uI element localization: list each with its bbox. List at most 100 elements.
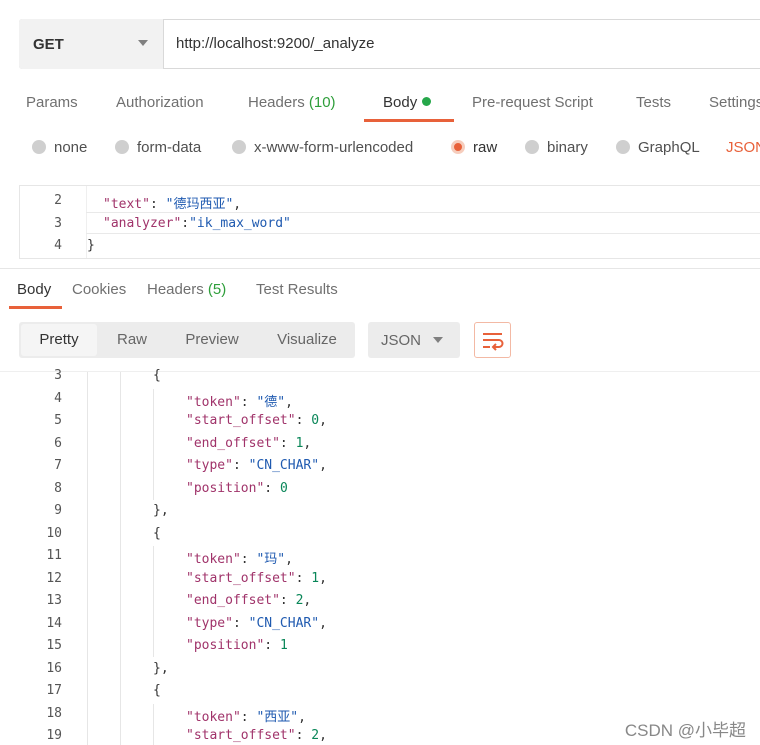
format-label: JSON: [381, 332, 422, 349]
code-line: {: [153, 525, 161, 541]
tab-label: Params: [26, 94, 78, 111]
indent-guide: [153, 389, 154, 500]
view-raw-button[interactable]: Raw: [104, 322, 160, 358]
indent-guide: [87, 372, 88, 745]
radio-label: GraphQL: [638, 139, 700, 156]
active-tab-indicator: [364, 119, 454, 122]
code-line: "token": "德",: [186, 391, 293, 410]
json-key: "start_offset": [186, 728, 296, 743]
radio-label: x-www-form-urlencoded: [254, 139, 414, 156]
tab-headers[interactable]: Headers (10): [248, 94, 336, 111]
json-key: "start_offset": [186, 570, 296, 586]
headers-count: (5): [207, 281, 227, 298]
radio-none[interactable]: none: [32, 139, 87, 157]
tab-label: Test Results: [256, 281, 338, 298]
radio-label: binary: [547, 139, 588, 156]
tab-tests[interactable]: Tests: [636, 94, 671, 111]
response-tab-body[interactable]: Body: [17, 281, 51, 298]
section-divider: [0, 268, 760, 269]
tab-params[interactable]: Params: [26, 94, 78, 111]
tab-pre-request-script[interactable]: Pre-request Script: [472, 94, 593, 111]
response-tab-cookies[interactable]: Cookies: [72, 281, 126, 298]
line-number: 4: [54, 390, 62, 406]
code-line: "analyzer":"ik_max_word": [103, 216, 291, 231]
json-string: "ik_max_word": [189, 216, 291, 231]
view-pretty-button[interactable]: Pretty: [21, 324, 97, 356]
headers-count: (10): [308, 94, 336, 111]
raw-language-select[interactable]: JSON: [726, 139, 760, 156]
status-dot-icon: [422, 97, 432, 106]
line-number: 3: [54, 216, 62, 231]
wrap-lines-icon: [483, 333, 504, 351]
line-number: 6: [54, 435, 62, 451]
line-number: 15: [46, 638, 62, 653]
line-number: 12: [46, 570, 62, 586]
json-sep: :: [181, 216, 190, 231]
url-input[interactable]: http://localhost:9200/_analyze: [176, 35, 374, 52]
code-line: "start_offset": 1,: [186, 571, 327, 586]
tab-settings[interactable]: Settings: [709, 94, 760, 111]
wrap-lines-button[interactable]: [474, 322, 511, 358]
indent-guide: [153, 704, 154, 745]
line-number: 5: [54, 413, 62, 428]
code-line: "end_offset": 1,: [186, 436, 311, 451]
tab-authorization[interactable]: Authorization: [116, 94, 204, 111]
json-sep: :: [240, 394, 257, 410]
json-key: "token": [186, 394, 241, 410]
tab-label: Cookies: [72, 281, 127, 298]
tab-body[interactable]: Body: [383, 94, 432, 111]
tab-label: Body: [17, 281, 52, 298]
json-key: "type": [186, 458, 233, 473]
radio-form-data[interactable]: form-data: [115, 139, 201, 157]
code-line: "text": "德玛西亚",: [103, 193, 241, 212]
json-string: "CN_CHAR": [248, 615, 320, 631]
response-editor-border: [0, 371, 760, 372]
code-line: }: [87, 238, 95, 253]
line-number: 16: [46, 660, 62, 676]
json-punct: ,: [233, 197, 242, 212]
code-line: {: [153, 368, 161, 383]
code-line: "type": "CN_CHAR",: [186, 616, 327, 631]
radio-label: raw: [473, 139, 498, 156]
radio-urlencoded[interactable]: x-www-form-urlencoded: [232, 139, 413, 157]
method-label: GET: [33, 36, 64, 53]
json-sep: :: [264, 480, 280, 496]
indent-guide: [153, 546, 154, 657]
json-number: 0: [311, 413, 320, 428]
json-punct: ,: [319, 615, 327, 631]
chevron-down-icon: [138, 40, 148, 46]
json-string: "西亚": [256, 709, 299, 725]
json-punct: ,: [319, 458, 327, 473]
radio-icon: [232, 140, 246, 154]
line-number: 10: [46, 525, 62, 541]
json-key: "end_offset": [186, 593, 280, 608]
radio-binary[interactable]: binary: [525, 139, 588, 157]
json-sep: :: [279, 593, 296, 608]
view-preview-button[interactable]: Preview: [172, 322, 252, 358]
code-line: "position": 1: [186, 638, 288, 653]
radio-icon: [32, 140, 46, 154]
view-visualize-button[interactable]: Visualize: [264, 322, 350, 358]
radio-raw[interactable]: raw: [451, 139, 497, 157]
json-sep: :: [295, 413, 312, 428]
radio-graphql[interactable]: GraphQL: [616, 139, 700, 157]
response-tab-headers[interactable]: Headers (5): [147, 281, 226, 298]
code-line: "start_offset": 0,: [186, 413, 327, 428]
code-line: {: [153, 683, 161, 698]
json-punct: ,: [285, 552, 293, 567]
json-string: "德玛西亚": [165, 197, 234, 212]
tab-label: Authorization: [116, 94, 204, 111]
response-tab-test-results[interactable]: Test Results: [256, 281, 338, 298]
json-punct: ,: [319, 728, 327, 743]
watermark: CSDN @小毕超: [624, 721, 746, 740]
indent-guide: [120, 372, 121, 745]
json-punct: ,: [285, 394, 293, 410]
json-key: "token": [186, 709, 241, 725]
json-key: "position": [186, 480, 265, 496]
tab-label: Tests: [636, 94, 672, 111]
json-sep: :: [149, 197, 166, 212]
line-number: 7: [54, 458, 62, 473]
code-line: "end_offset": 2,: [186, 593, 311, 608]
radio-label: form-data: [137, 139, 202, 156]
line-number: 11: [46, 548, 62, 563]
